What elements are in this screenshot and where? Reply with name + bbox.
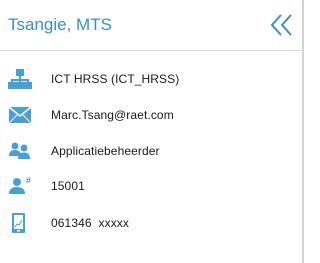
phone-value: 061346 xxxxx [51,216,130,230]
employee-name-title: Tsangie, MTS [8,15,112,34]
double-chevron-left-icon [270,14,292,36]
department-row: ICT HRSS (ICT_HRSS) [0,62,302,96]
collapse-button[interactable] [268,12,298,38]
email-row: Marc.Tsang@raet.com [0,98,302,132]
org-chart-icon [8,68,32,90]
role-value: Applicatiebeheerder [51,144,160,158]
mobile-phone-icon [8,212,32,234]
person-number-icon: # [8,175,32,197]
envelope-icon [8,104,32,126]
role-row: Applicatiebeheerder [0,134,302,168]
employee-card-panel: Tsangie, MTS ICT HRSS (ICT_HRSS) Marc.Ts… [0,0,304,263]
employee-number-value: 15001 [51,179,85,193]
employee-number-row: # 15001 [0,169,302,203]
svg-text:#: # [25,176,32,185]
department-value: ICT HRSS (ICT_HRSS) [51,72,180,86]
phone-row: 061346 xxxxx [0,206,302,240]
card-header: Tsangie, MTS [0,0,302,51]
email-link[interactable]: Marc.Tsang@raet.com [51,108,174,122]
people-icon [8,140,32,162]
